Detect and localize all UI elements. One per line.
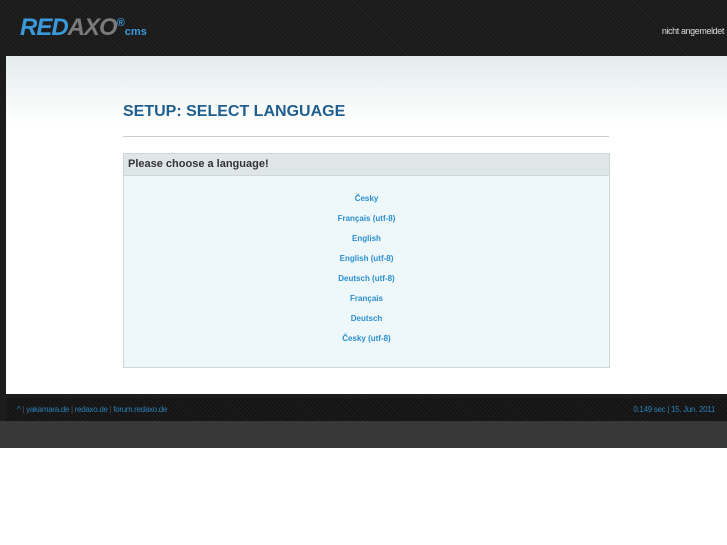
language-link[interactable]: Česky bbox=[124, 192, 609, 212]
page-title: SETUP: SELECT LANGUAGE bbox=[123, 103, 346, 120]
redaxo-logo: REDAXO®cms bbox=[20, 14, 147, 41]
language-link[interactable]: Česky (utf-8) bbox=[124, 332, 609, 352]
language-list: Česky Français (utf-8) English English (… bbox=[124, 176, 609, 352]
language-link[interactable]: Deutsch (utf-8) bbox=[124, 272, 609, 292]
language-link[interactable]: English (utf-8) bbox=[124, 252, 609, 272]
language-link[interactable]: Deutsch bbox=[124, 312, 609, 332]
login-status: nicht angemeldet bbox=[661, 26, 725, 36]
language-link[interactable]: English bbox=[124, 232, 609, 252]
scroll-top-link[interactable]: ^ bbox=[17, 405, 21, 414]
footer-bottom-band bbox=[0, 421, 727, 448]
footer-link-yakamara[interactable]: yakamara.de bbox=[26, 405, 69, 414]
footer-date: 15. Jun. 2011 bbox=[671, 405, 715, 414]
language-box: Please choose a language! Česky Français… bbox=[123, 153, 610, 368]
footer-link-redaxo[interactable]: redaxo.de bbox=[75, 405, 108, 414]
header: REDAXO®cms nicht angemeldet bbox=[0, 0, 727, 56]
footer: ^ | yakamara.de | redaxo.de | forum.reda… bbox=[6, 398, 727, 421]
language-link[interactable]: Français (utf-8) bbox=[124, 212, 609, 232]
footer-link-forum[interactable]: forum.redaxo.de bbox=[113, 405, 167, 414]
language-box-title: Please choose a language! bbox=[124, 154, 609, 176]
render-time: 0.149 sec bbox=[633, 405, 666, 414]
divider bbox=[123, 136, 609, 137]
main-content: SETUP: SELECT LANGUAGE Please choose a l… bbox=[6, 56, 727, 394]
language-link[interactable]: Français bbox=[124, 292, 609, 312]
